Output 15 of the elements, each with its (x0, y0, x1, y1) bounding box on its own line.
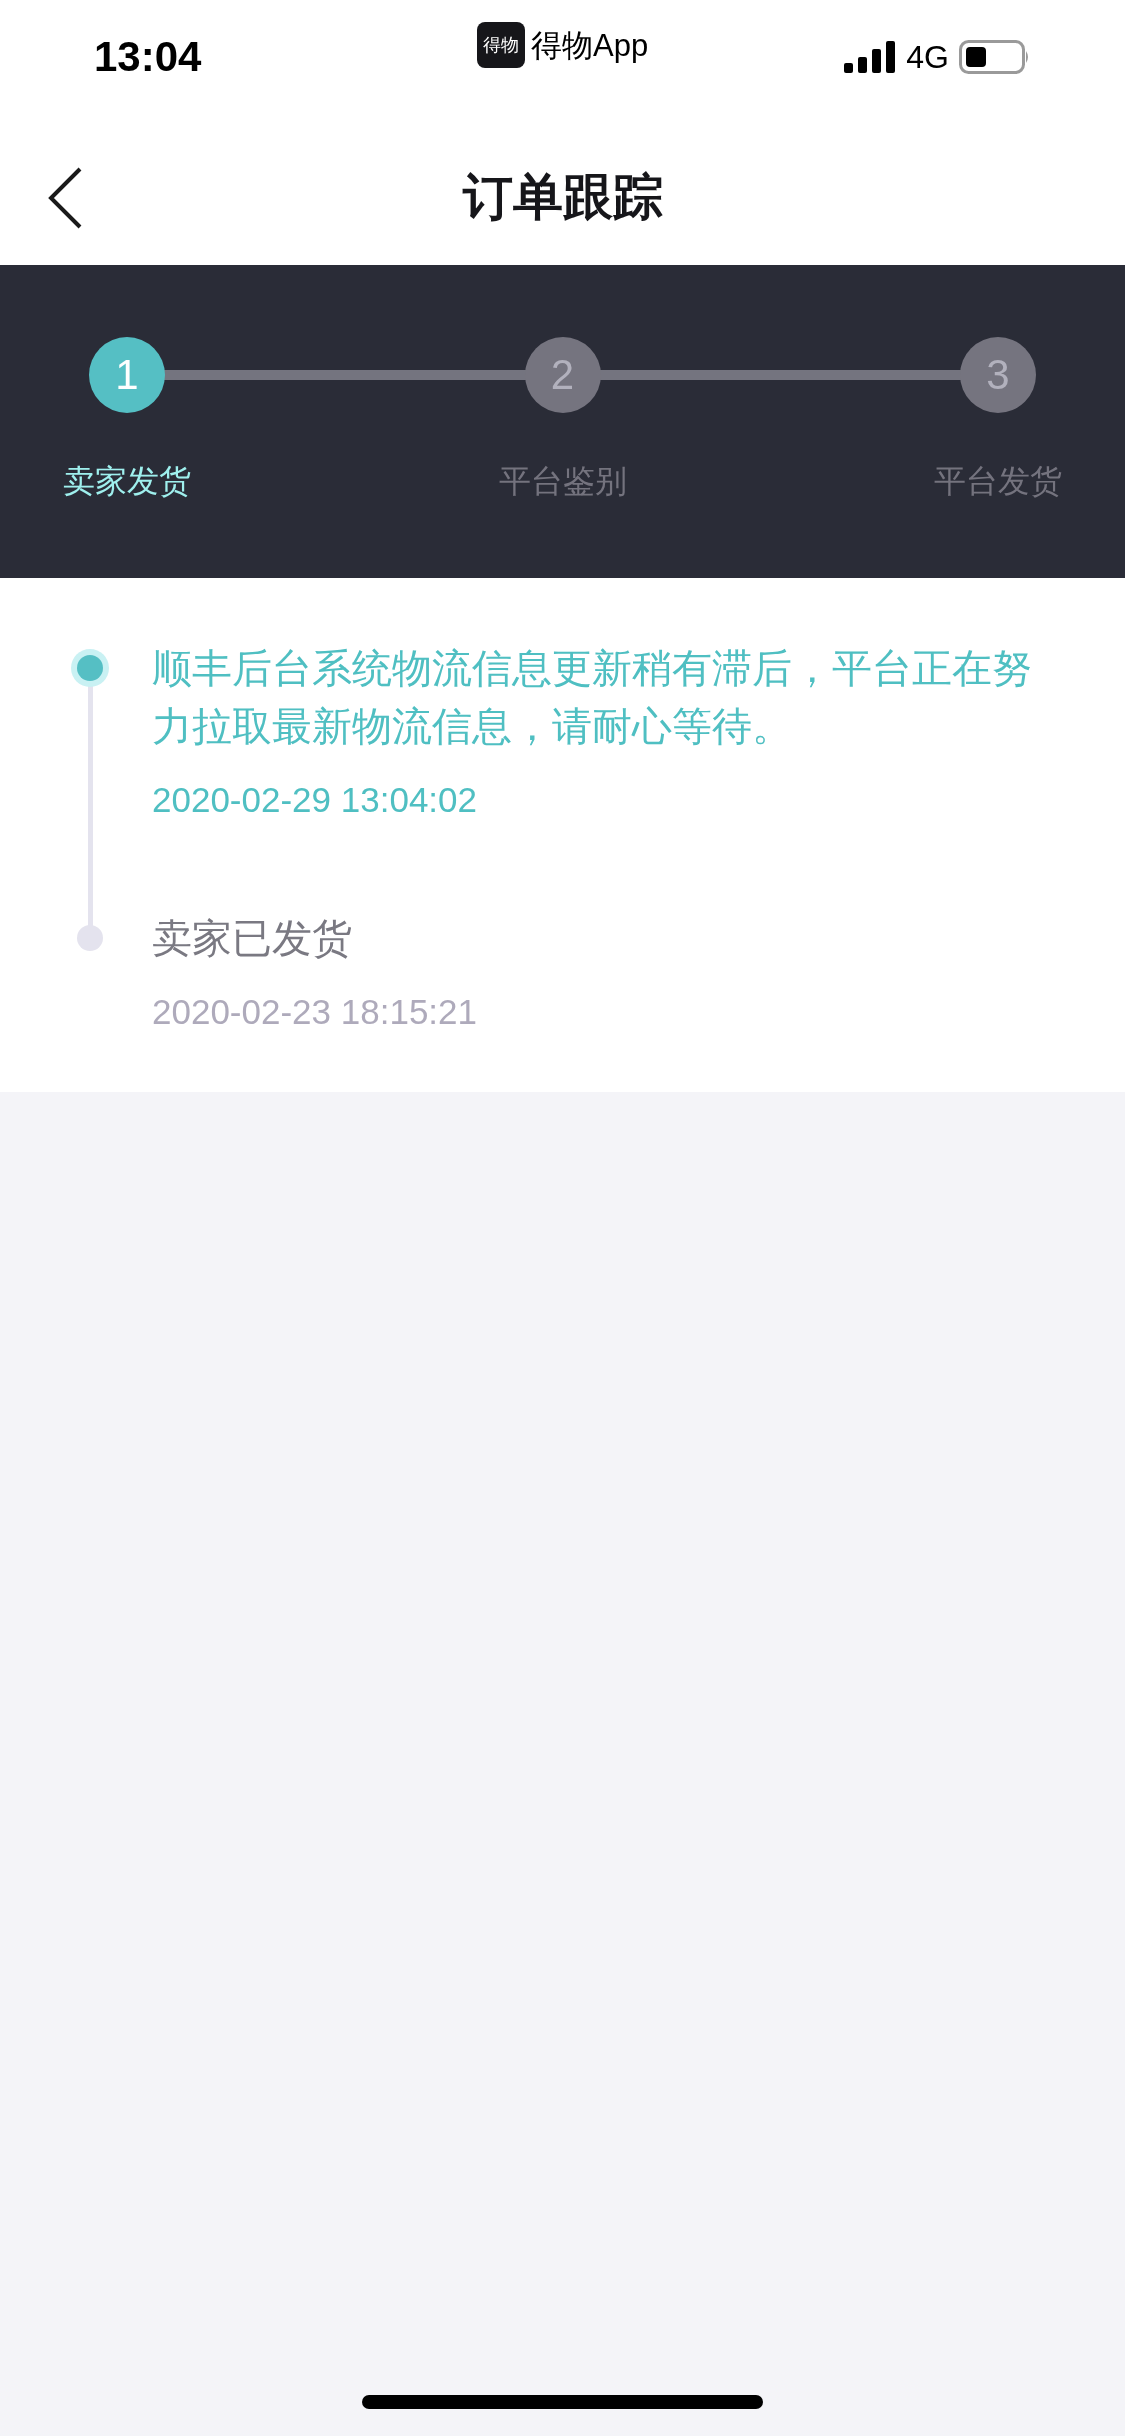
event-time: 2020-02-23 18:15:21 (152, 991, 478, 1033)
status-time: 13:04 (94, 36, 202, 78)
signal-icon (844, 41, 897, 73)
network-type: 4G (906, 41, 949, 73)
step-label: 平台鉴别 (498, 462, 627, 501)
step-label: 平台发货 (934, 462, 1062, 501)
event-time: 2020-02-29 13:04:02 (152, 779, 478, 821)
battery-icon (959, 40, 1031, 74)
step-label: 卖家发货 (63, 462, 191, 501)
back-icon (48, 166, 82, 229)
app-name: 得物App (531, 29, 649, 61)
event-description: 顺丰后台系统物流信息更新稍有滞后，平台正在努力拉取最新物流信息，请耐心等待。 (152, 645, 1033, 750)
page-title: 订单跟踪 (462, 168, 663, 227)
app-logo: 得物 (477, 22, 525, 68)
event-description: 卖家已发货 (152, 915, 353, 962)
